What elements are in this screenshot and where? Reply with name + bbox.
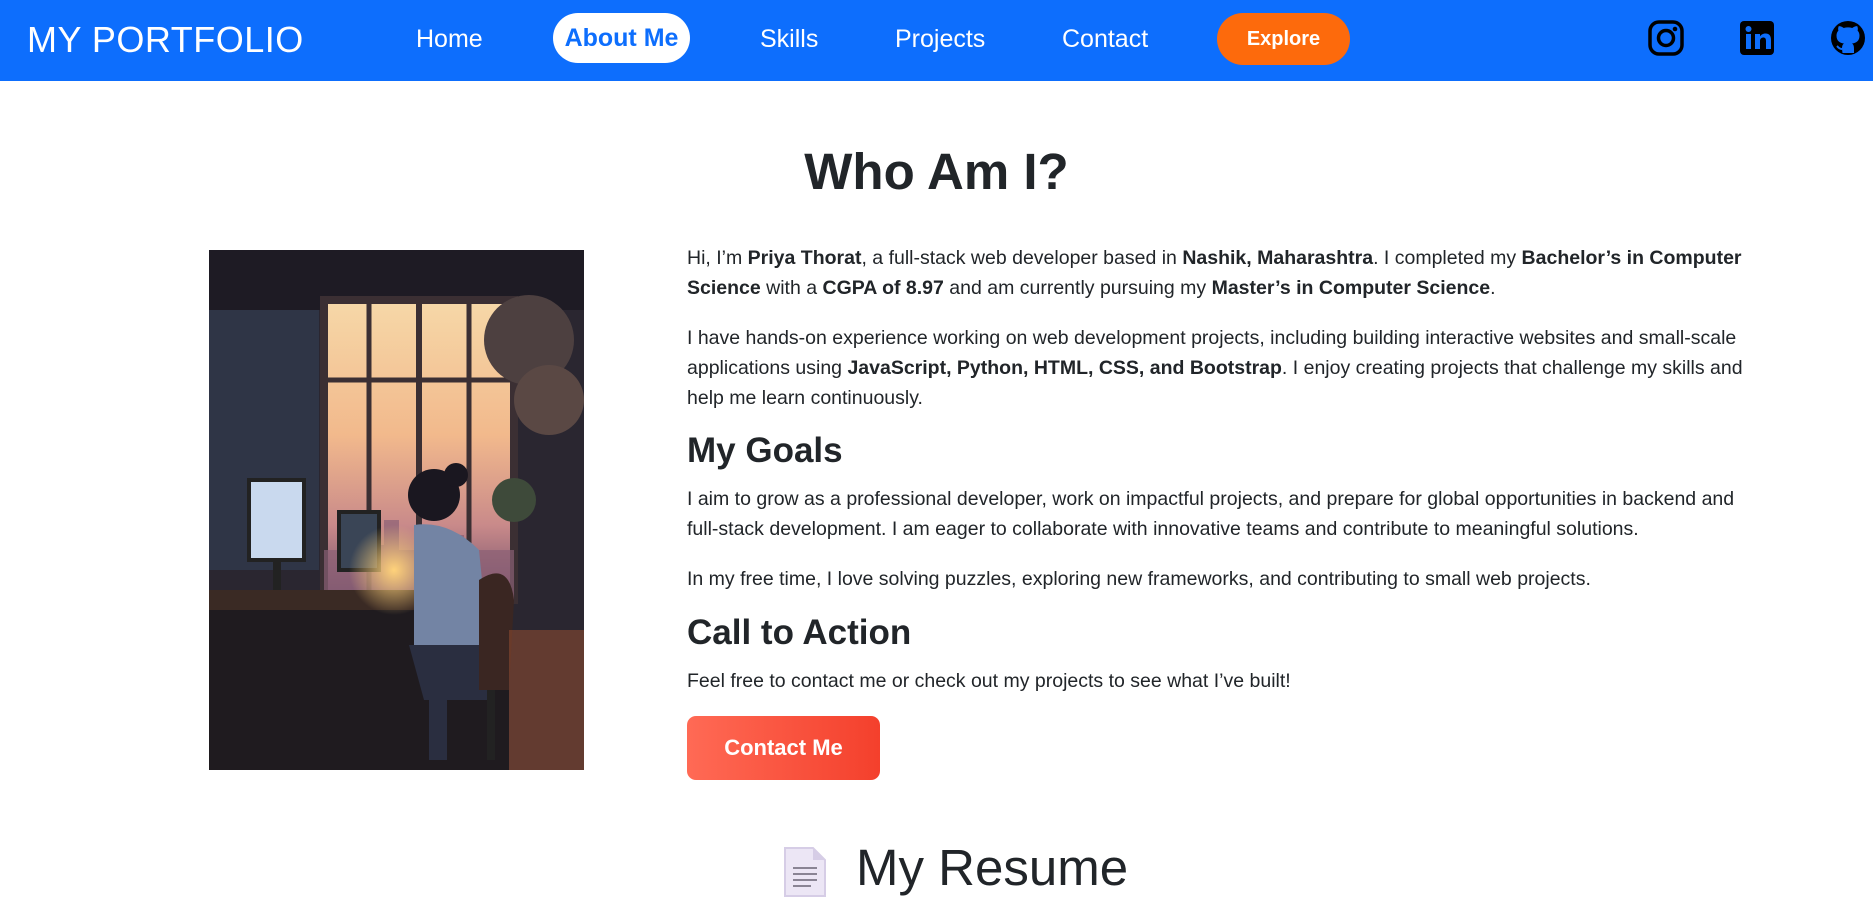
intro-paragraph: Hi, I’m Priya Thorat, a full-stack web d…: [687, 247, 1742, 299]
cta-paragraph: Feel free to contact me or check out my …: [687, 670, 1291, 692]
goals-paragraph: I aim to grow as a professional develope…: [687, 488, 1735, 540]
free-time-paragraph: In my free time, I love solving puzzles,…: [687, 568, 1591, 590]
explore-button[interactable]: Explore: [1217, 13, 1350, 65]
github-icon[interactable]: [1829, 19, 1867, 57]
resume-title: My Resume: [856, 839, 1129, 896]
name-text: Priya Thorat: [747, 247, 862, 269]
page-title: Who Am I?: [804, 143, 1069, 200]
instagram-icon[interactable]: [1647, 19, 1685, 57]
nav-link-home[interactable]: Home: [416, 22, 483, 56]
linkedin-icon[interactable]: [1738, 19, 1776, 57]
location-text: Nashik, Maharashtra: [1182, 247, 1374, 269]
nav-link-skills[interactable]: Skills: [760, 22, 818, 56]
masters-text: Master’s in Computer Science: [1211, 277, 1491, 299]
document-icon: [784, 847, 826, 897]
workspace-illustration: [209, 250, 584, 770]
cta-heading: Call to Action: [687, 613, 912, 652]
nav-link-contact[interactable]: Contact: [1062, 22, 1148, 56]
navbar: MY PORTFOLIO Home About Me Skills Projec…: [0, 0, 1873, 81]
experience-paragraph: I have hands-on experience working on we…: [687, 327, 1743, 409]
brand-logo[interactable]: MY PORTFOLIO: [27, 19, 304, 61]
contact-me-button[interactable]: Contact Me: [687, 716, 880, 780]
cgpa-text: CGPA of 8.97: [822, 277, 944, 299]
goals-heading: My Goals: [687, 431, 843, 470]
nav-link-projects[interactable]: Projects: [895, 22, 985, 56]
nav-link-about-me[interactable]: About Me: [553, 13, 690, 63]
tech-stack-text: JavaScript, Python, HTML, CSS, and Boots…: [847, 357, 1282, 379]
